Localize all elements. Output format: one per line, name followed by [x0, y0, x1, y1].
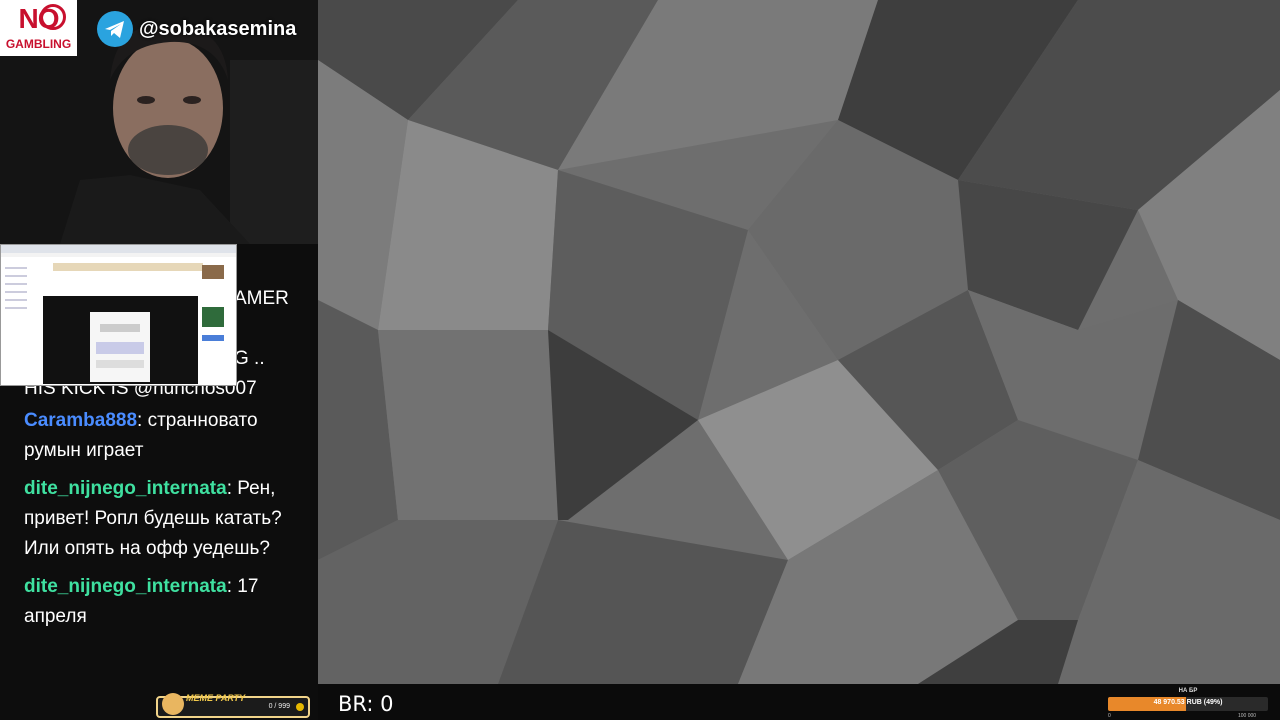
chat-message: dite_nijnego_internata: Рен, привет! Роп… — [24, 478, 282, 559]
browser-sidebar — [3, 259, 31, 379]
chat-username[interactable]: dite_nijnego_internata — [24, 478, 227, 499]
game-area — [318, 0, 1280, 684]
meme-party-label: MEME PARTY — [186, 693, 246, 703]
progress-max: 100 000 — [1238, 713, 1257, 719]
left-column: NO GAMBLING @sobakasemina AMER G .. HIS … — [0, 0, 318, 720]
doge-icon — [162, 693, 184, 715]
telegram-icon — [97, 11, 133, 47]
no-gambling-badge: NO GAMBLING — [0, 0, 77, 56]
telegram-username: @sobakasemina — [139, 17, 297, 40]
coin-icon — [296, 703, 304, 711]
bottom-bar: BR: 0 НА БР 48 970.53 RUB (49%) 0 100 00… — [318, 684, 1280, 720]
browser-thumbnails — [53, 263, 203, 271]
lowpoly-background — [318, 0, 1280, 684]
badge-no-text: NO — [18, 3, 60, 34]
browser-right-column — [202, 265, 226, 373]
browser-modal — [90, 312, 150, 382]
partial-line: G .. — [234, 348, 265, 369]
chat-message: dite_nijnego_internata: 17 апреля — [24, 576, 259, 627]
browser-toolbar — [1, 245, 236, 253]
webcam-feed: NO GAMBLING @sobakasemina — [0, 0, 318, 244]
partial-line: AMER — [234, 288, 289, 309]
meme-party-widget: MEME PARTY 0 / 999 — [156, 693, 310, 718]
progress-min: 0 — [1108, 713, 1111, 719]
meme-party-count: 0 / 999 — [268, 703, 290, 710]
badge-gambling-text: GAMBLING — [5, 37, 72, 51]
progress-text: 48 970.53 RUB (49%) — [1153, 699, 1223, 706]
chat-username[interactable]: dite_nijnego_internata — [24, 576, 227, 597]
chat-message: Caramba888: странновато румын играет — [24, 410, 258, 461]
progress-title: НА БР — [1178, 688, 1198, 694]
chat-username[interactable]: Caramba888 — [24, 410, 137, 431]
browser-bookmarks-bar — [1, 253, 236, 257]
br-counter: BR: 0 — [338, 692, 394, 716]
browser-screenshot-overlay — [0, 244, 237, 386]
telegram-handle: @sobakasemina — [97, 11, 296, 47]
br-progress-bar: 48 970.53 RUB (49%) — [1108, 697, 1268, 711]
